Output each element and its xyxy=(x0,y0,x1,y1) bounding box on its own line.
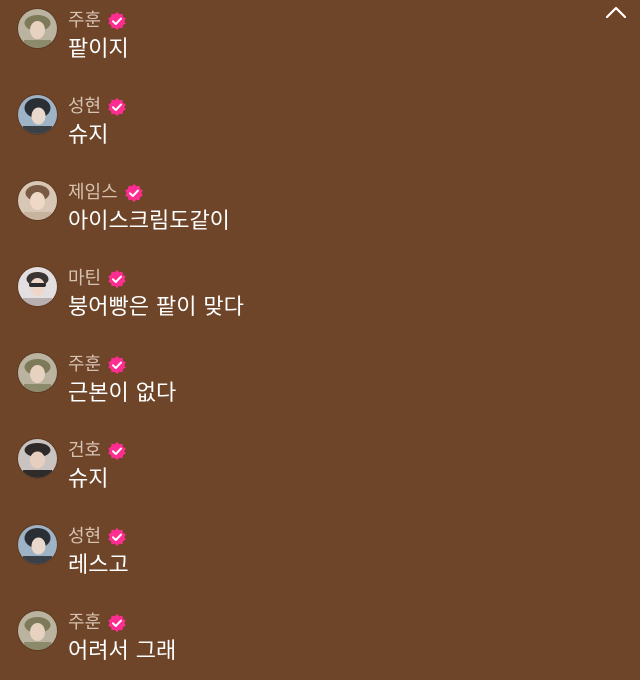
avatar[interactable] xyxy=(18,611,57,650)
message-text: 근본이 없다 xyxy=(68,381,177,406)
sender-row: 건호 xyxy=(68,438,127,464)
message-text: 어려서 그래 xyxy=(68,639,177,664)
message-text: 슈지 xyxy=(68,123,109,148)
avatar[interactable] xyxy=(18,9,57,48)
sender-row: 주훈 xyxy=(68,610,127,636)
message-text: 슈지 xyxy=(68,467,109,492)
verified-badge-icon xyxy=(107,355,127,375)
verified-badge-icon xyxy=(107,441,127,461)
sender-name[interactable]: 주훈 xyxy=(68,610,101,636)
avatar[interactable] xyxy=(18,95,57,134)
sender-name[interactable]: 주훈 xyxy=(68,352,101,378)
avatar[interactable] xyxy=(18,353,57,392)
message-text: 팥이지 xyxy=(68,37,129,62)
chat-message: 건호 슈지 xyxy=(0,434,600,504)
chat-message: 주훈 팥이지 xyxy=(0,4,600,74)
sender-row: 제임스 xyxy=(68,180,144,206)
chevron-up-icon xyxy=(605,6,627,19)
chat-message: 주훈 어려서 그래 xyxy=(0,606,600,676)
chat-message: 성현 레스고 xyxy=(0,520,600,590)
chat-message: 주훈 근본이 없다 xyxy=(0,348,600,418)
avatar[interactable] xyxy=(18,181,57,220)
sender-row: 마틴 xyxy=(68,266,127,292)
sender-name[interactable]: 마틴 xyxy=(68,266,101,292)
sender-name[interactable]: 주훈 xyxy=(68,8,101,34)
message-text: 붕어빵은 팥이 맞다 xyxy=(68,295,244,320)
chat-message: 마틴 붕어빵은 팥이 맞다 xyxy=(0,262,600,332)
verified-badge-icon xyxy=(107,11,127,31)
chat-message-list: 주훈 팥이지 성현 슈지 제임스 아이스크림도같이 마틴 붕어빵은 팥이 맞다 … xyxy=(0,0,640,680)
sender-name[interactable]: 제임스 xyxy=(68,180,118,206)
sender-row: 성현 xyxy=(68,524,127,550)
chat-message: 제임스 아이스크림도같이 xyxy=(0,176,600,246)
verified-badge-icon xyxy=(107,97,127,117)
message-text: 레스고 xyxy=(68,553,129,578)
chat-message: 성현 슈지 xyxy=(0,90,600,160)
verified-badge-icon xyxy=(107,269,127,289)
verified-badge-icon xyxy=(107,527,127,547)
avatar[interactable] xyxy=(18,267,57,306)
sender-name[interactable]: 성현 xyxy=(68,94,101,120)
message-text: 아이스크림도같이 xyxy=(68,209,230,234)
sender-row: 주훈 xyxy=(68,352,127,378)
sender-name[interactable]: 성현 xyxy=(68,524,101,550)
sender-row: 주훈 xyxy=(68,8,127,34)
collapse-button[interactable] xyxy=(600,0,632,26)
sender-name[interactable]: 건호 xyxy=(68,438,101,464)
avatar[interactable] xyxy=(18,439,57,478)
verified-badge-icon xyxy=(107,613,127,633)
sender-row: 성현 xyxy=(68,94,127,120)
avatar[interactable] xyxy=(18,525,57,564)
verified-badge-icon xyxy=(124,183,144,203)
